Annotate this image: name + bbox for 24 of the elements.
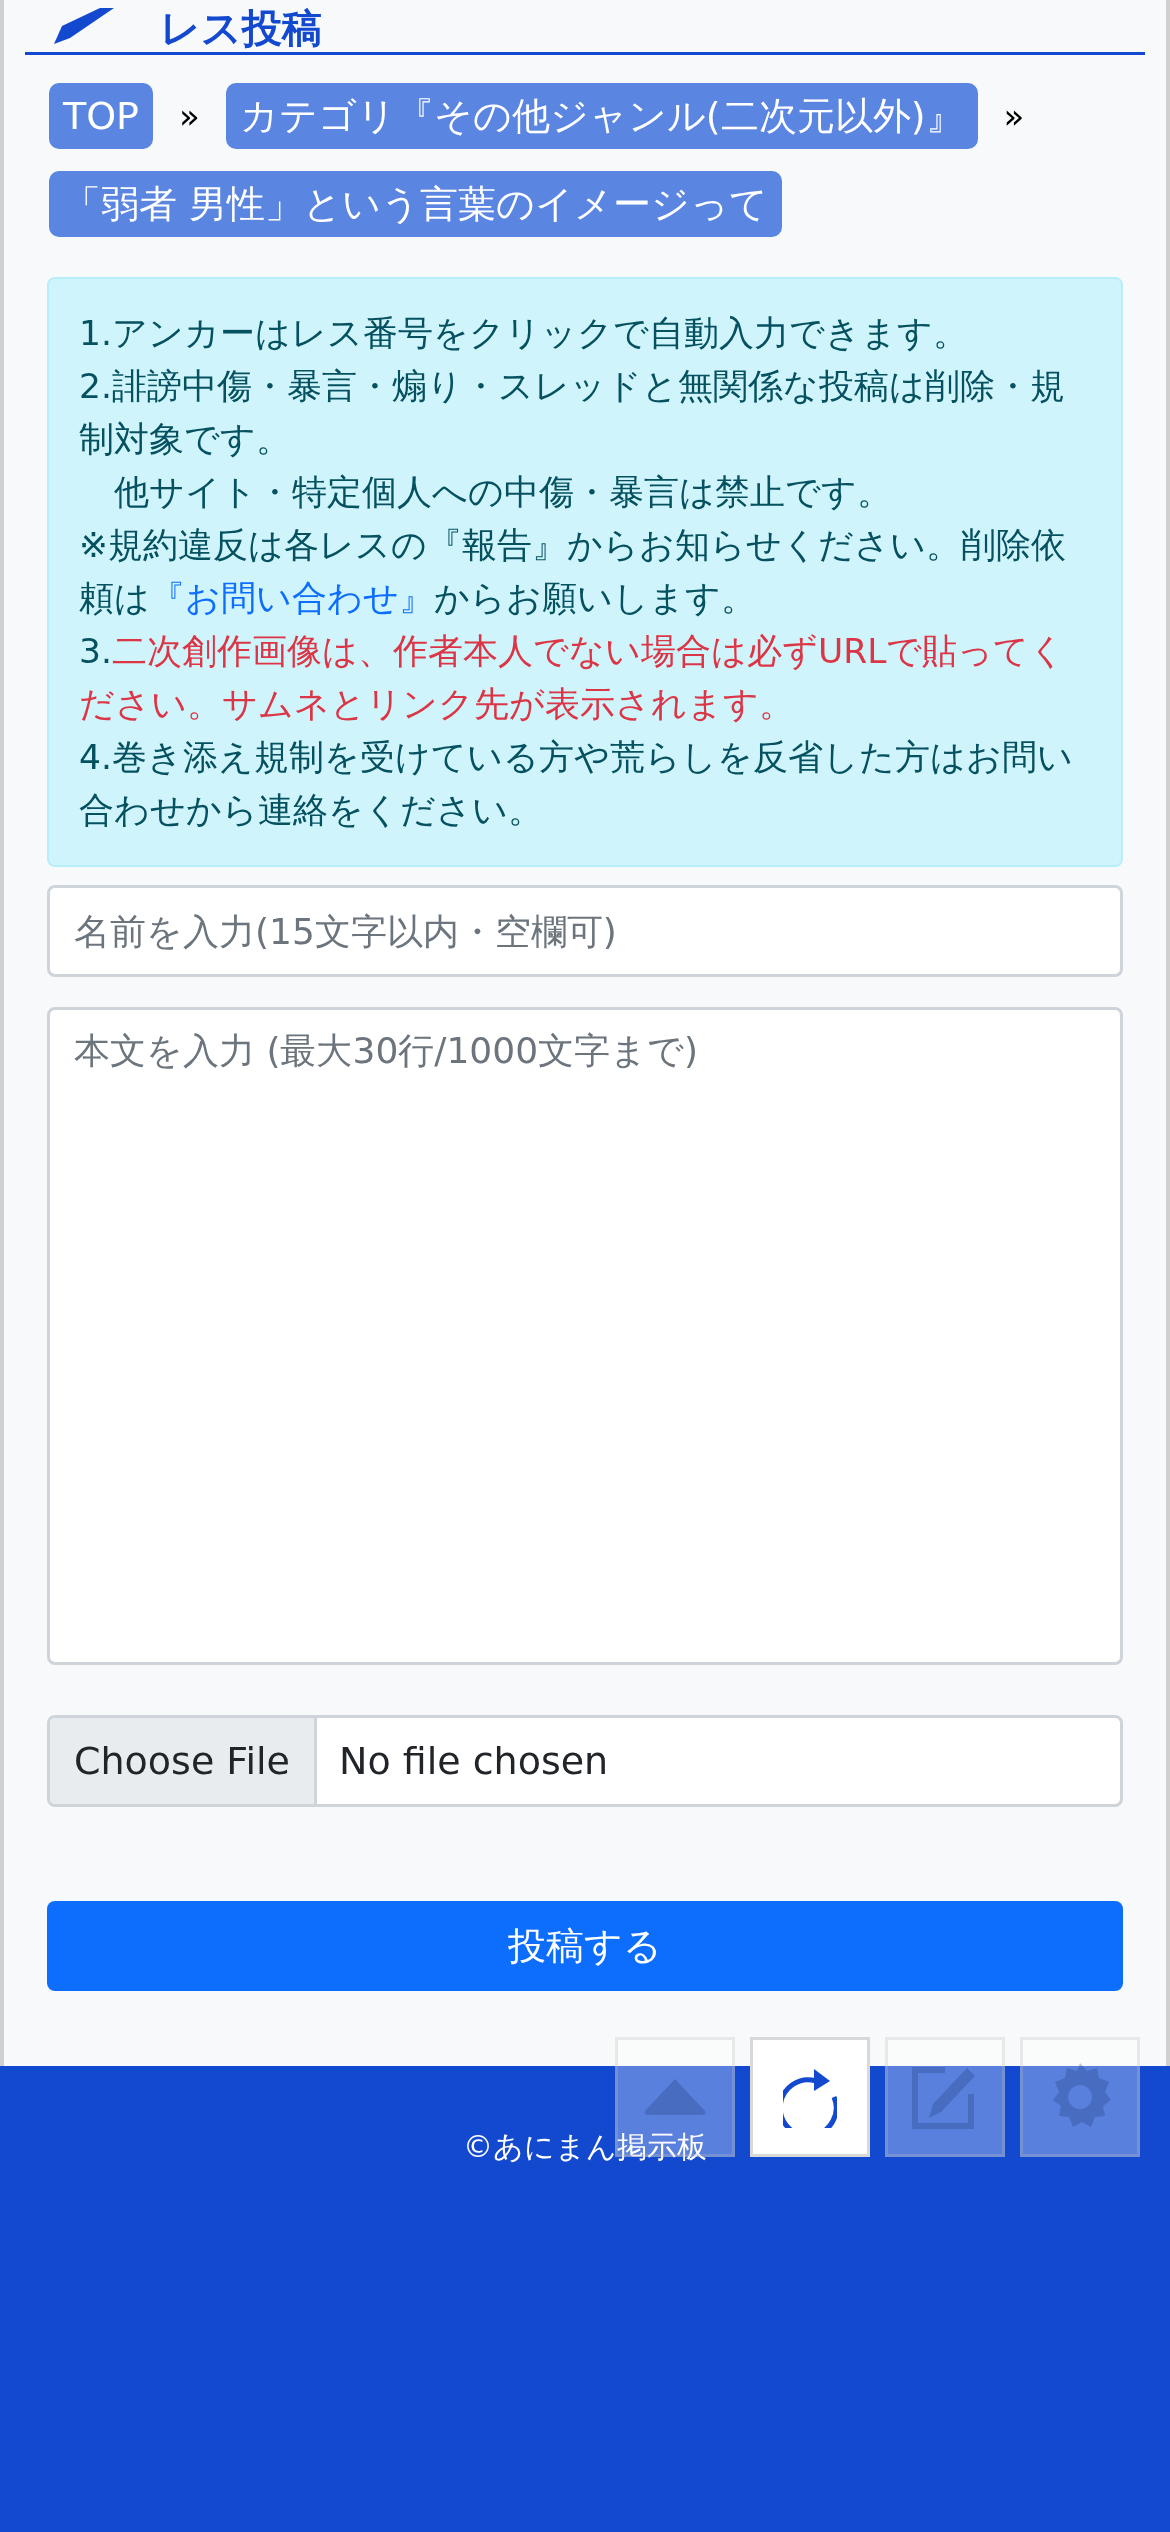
body-textarea[interactable]: 本文を入力 (最大30行/1000文字まで) [47, 1007, 1123, 1665]
choose-file-button[interactable]: Choose File [50, 1718, 317, 1804]
notice-text: 2.誹謗中傷・暴言・煽り・スレッドと無関係な投稿は削除・規制対象です。 [79, 365, 1066, 461]
up-arrow-icon [643, 2078, 707, 2116]
breadcrumb-link[interactable]: TOP [49, 83, 154, 149]
contact-link[interactable]: 『お問い合わせ』 [150, 578, 434, 618]
notice-text: 3.二次創作画像は、作者本人でない場合は必ずURLで貼ってください。サムネとリンク先が表示されます。 [79, 630, 1067, 726]
notice-text: 4.巻き添え規制を受けている方や荒らしを反省した方はお問い合わせから連絡をください。 [79, 736, 1074, 832]
edit-icon [912, 2065, 978, 2129]
notice-text: 他サイト・特定個人への中傷・暴言は禁止です。 [113, 471, 893, 514]
breadcrumb-link[interactable]: カテゴリ『その他ジャンル(二次元以外)』 [225, 83, 978, 149]
name-input-field[interactable]: 名前を入力(15文字以内・空欄可) [47, 885, 1123, 977]
copyright-text: ©あにまん掲示板 [463, 2128, 707, 2164]
breadcrumb-link[interactable]: 「弱者 男性」という言葉のイメージって [49, 171, 783, 237]
breadcrumb-separator: » [179, 94, 200, 138]
page-title: レス投稿 [160, 8, 322, 48]
file-input-field[interactable]: Choose File No file chosen [47, 1715, 1123, 1807]
file-status-text: No file chosen [337, 1737, 610, 1785]
breadcrumb-separator: » [1003, 94, 1025, 138]
reload-button[interactable] [750, 2037, 870, 2157]
submit-button[interactable]: 投稿する [47, 1901, 1123, 1991]
reload-icon [783, 2066, 837, 2128]
notice-text: 1.アンカーはレス番号をクリックで自動入力できます。 [79, 312, 969, 355]
notice-text: ※規約違反は各レスの『報告』からお知らせください。削除依頼は『お問い合わせ』からお願いします。 [79, 524, 1067, 620]
